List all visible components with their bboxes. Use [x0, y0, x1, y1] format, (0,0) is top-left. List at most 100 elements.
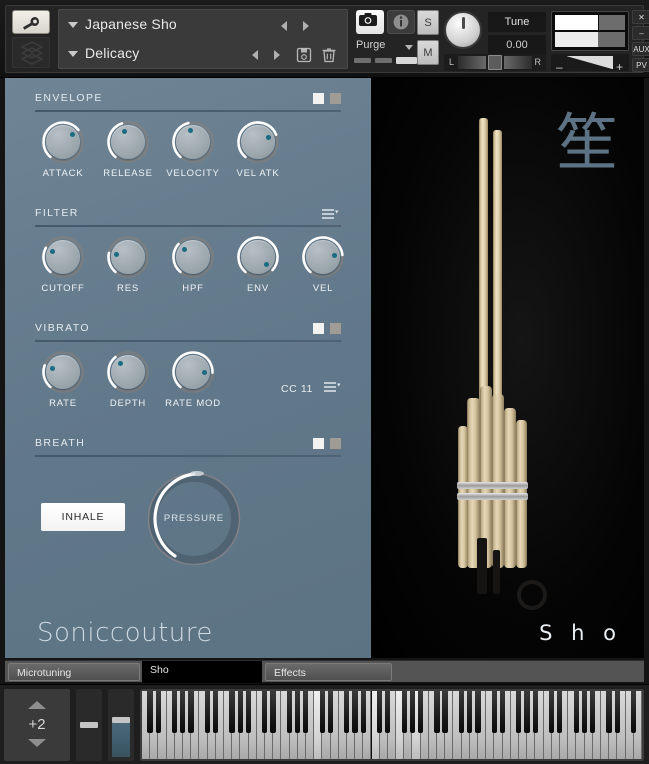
save-icon[interactable]	[295, 46, 313, 64]
piano-black-key[interactable]	[516, 691, 522, 733]
mod-wheel-handle[interactable]	[112, 717, 130, 723]
envelope-toggle-on[interactable]	[313, 93, 324, 104]
piano-black-key[interactable]	[458, 691, 465, 733]
piano-black-key[interactable]	[401, 691, 407, 733]
piano-black-key[interactable]	[327, 691, 333, 733]
piano-black-key[interactable]	[557, 691, 563, 733]
pitch-bend-handle[interactable]	[80, 722, 98, 728]
tune-value[interactable]: 0.00	[488, 35, 546, 55]
purge-chevron-down-icon[interactable]	[405, 45, 413, 50]
knob-control-env[interactable]	[236, 235, 280, 279]
preset-prev-arrow-icon[interactable]	[252, 50, 258, 60]
inhale-button[interactable]: INHALE	[41, 503, 125, 531]
piano-black-key[interactable]	[434, 691, 440, 733]
volume-slider[interactable]: – +	[551, 54, 629, 74]
instrument-prev-arrow-icon[interactable]	[281, 21, 287, 31]
instrument-dropdown-chevron-down-icon[interactable]	[68, 22, 78, 28]
knob-control-res[interactable]	[106, 235, 150, 279]
piano-black-key[interactable]	[573, 691, 579, 733]
pan-slider[interactable]: L R	[444, 54, 546, 71]
pan-center-handle[interactable]	[488, 55, 502, 70]
minimize-button[interactable]: –	[632, 26, 649, 40]
knob-control-velocity[interactable]	[171, 120, 215, 164]
piano-black-key[interactable]	[467, 691, 473, 733]
piano-black-key[interactable]	[155, 691, 161, 733]
vibrato-toggle-on[interactable]	[313, 323, 324, 334]
piano-black-key[interactable]	[581, 691, 588, 733]
piano-black-key[interactable]	[180, 691, 186, 733]
piano-black-key[interactable]	[172, 691, 178, 733]
tab-microtuning[interactable]: Microtuning	[8, 663, 140, 681]
piano-black-key[interactable]	[204, 691, 211, 733]
knob-control-release[interactable]	[106, 120, 150, 164]
piano-black-key[interactable]	[303, 691, 309, 733]
piano-black-key[interactable]	[606, 691, 612, 733]
close-button[interactable]: ✕	[632, 10, 649, 24]
knob-control-attack[interactable]	[41, 120, 85, 164]
piano-black-key[interactable]	[499, 691, 506, 733]
knob-control-rate[interactable]	[41, 350, 85, 394]
preset-name[interactable]: Delicacy	[85, 45, 140, 61]
pitch-bend-slider[interactable]	[76, 689, 102, 761]
piano-black-key[interactable]	[270, 691, 276, 733]
aux-button[interactable]: AUX	[632, 42, 649, 56]
piano-black-key[interactable]	[524, 691, 530, 733]
preset-dropdown-chevron-down-icon[interactable]	[68, 51, 78, 57]
pressure-knob[interactable]: PRESSURE	[144, 469, 244, 569]
piano-black-key[interactable]	[590, 691, 596, 733]
vibrato-cc-label[interactable]: CC 11	[281, 383, 313, 395]
piano-black-key[interactable]	[442, 691, 448, 733]
piano-black-key[interactable]	[475, 691, 481, 733]
cc-menu-icon[interactable]	[323, 380, 343, 392]
piano-black-key[interactable]	[614, 691, 620, 733]
info-icon[interactable]	[387, 10, 415, 34]
mod-wheel-slider[interactable]	[108, 689, 134, 761]
breath-toggle-on[interactable]	[313, 438, 324, 449]
filter-menu-icon[interactable]	[321, 207, 341, 219]
piano-black-key[interactable]	[262, 691, 268, 733]
piano-black-key[interactable]	[360, 691, 366, 733]
triangle-down-icon[interactable]	[28, 739, 46, 747]
tab-effects[interactable]: Effects	[265, 663, 392, 681]
piano-black-key[interactable]	[294, 691, 301, 733]
envelope-toggle-off[interactable]	[330, 93, 341, 104]
tune-knob[interactable]	[444, 11, 482, 49]
piano-black-key[interactable]	[417, 691, 424, 733]
piano-keyboard[interactable]	[140, 689, 644, 761]
piano-black-key[interactable]	[344, 691, 350, 733]
piano-black-key[interactable]	[352, 691, 358, 733]
piano-black-key[interactable]	[631, 691, 637, 733]
piano-black-key[interactable]	[188, 691, 194, 733]
knob-control-vel[interactable]	[301, 235, 345, 279]
camera-icon[interactable]	[356, 10, 384, 34]
vibrato-toggle-off[interactable]	[330, 323, 341, 334]
piano-black-key[interactable]	[376, 691, 383, 733]
piano-black-key[interactable]	[409, 691, 415, 733]
instrument-name[interactable]: Japanese Sho	[85, 16, 177, 32]
piano-black-key[interactable]	[385, 691, 391, 733]
knob-control-hpf[interactable]	[171, 235, 215, 279]
pv-button[interactable]: PV	[632, 58, 649, 72]
tab-sho[interactable]: Sho	[142, 661, 262, 683]
instrument-next-arrow-icon[interactable]	[303, 21, 309, 31]
knob-control-depth[interactable]	[106, 350, 150, 394]
trash-icon[interactable]	[320, 46, 338, 64]
triangle-up-icon[interactable]	[28, 701, 46, 709]
piano-black-key[interactable]	[147, 691, 153, 733]
preset-next-arrow-icon[interactable]	[274, 50, 280, 60]
volume-decrease-button[interactable]: –	[556, 60, 563, 74]
piano-black-key[interactable]	[286, 691, 292, 733]
piano-black-key[interactable]	[212, 691, 219, 733]
volume-increase-button[interactable]: +	[616, 60, 623, 74]
piano-black-key[interactable]	[237, 691, 243, 733]
piano-black-key[interactable]	[245, 691, 251, 733]
piano-black-key[interactable]	[491, 691, 497, 733]
piano-black-key[interactable]	[319, 691, 325, 733]
purge-label[interactable]: Purge	[356, 39, 385, 51]
mute-button[interactable]: M	[417, 40, 439, 65]
solo-button[interactable]: S	[417, 10, 439, 35]
wrench-icon[interactable]	[12, 10, 50, 34]
knob-control-cutoff[interactable]	[41, 235, 85, 279]
knob-control-rate-mod[interactable]	[171, 350, 215, 394]
piano-black-key[interactable]	[549, 691, 555, 733]
